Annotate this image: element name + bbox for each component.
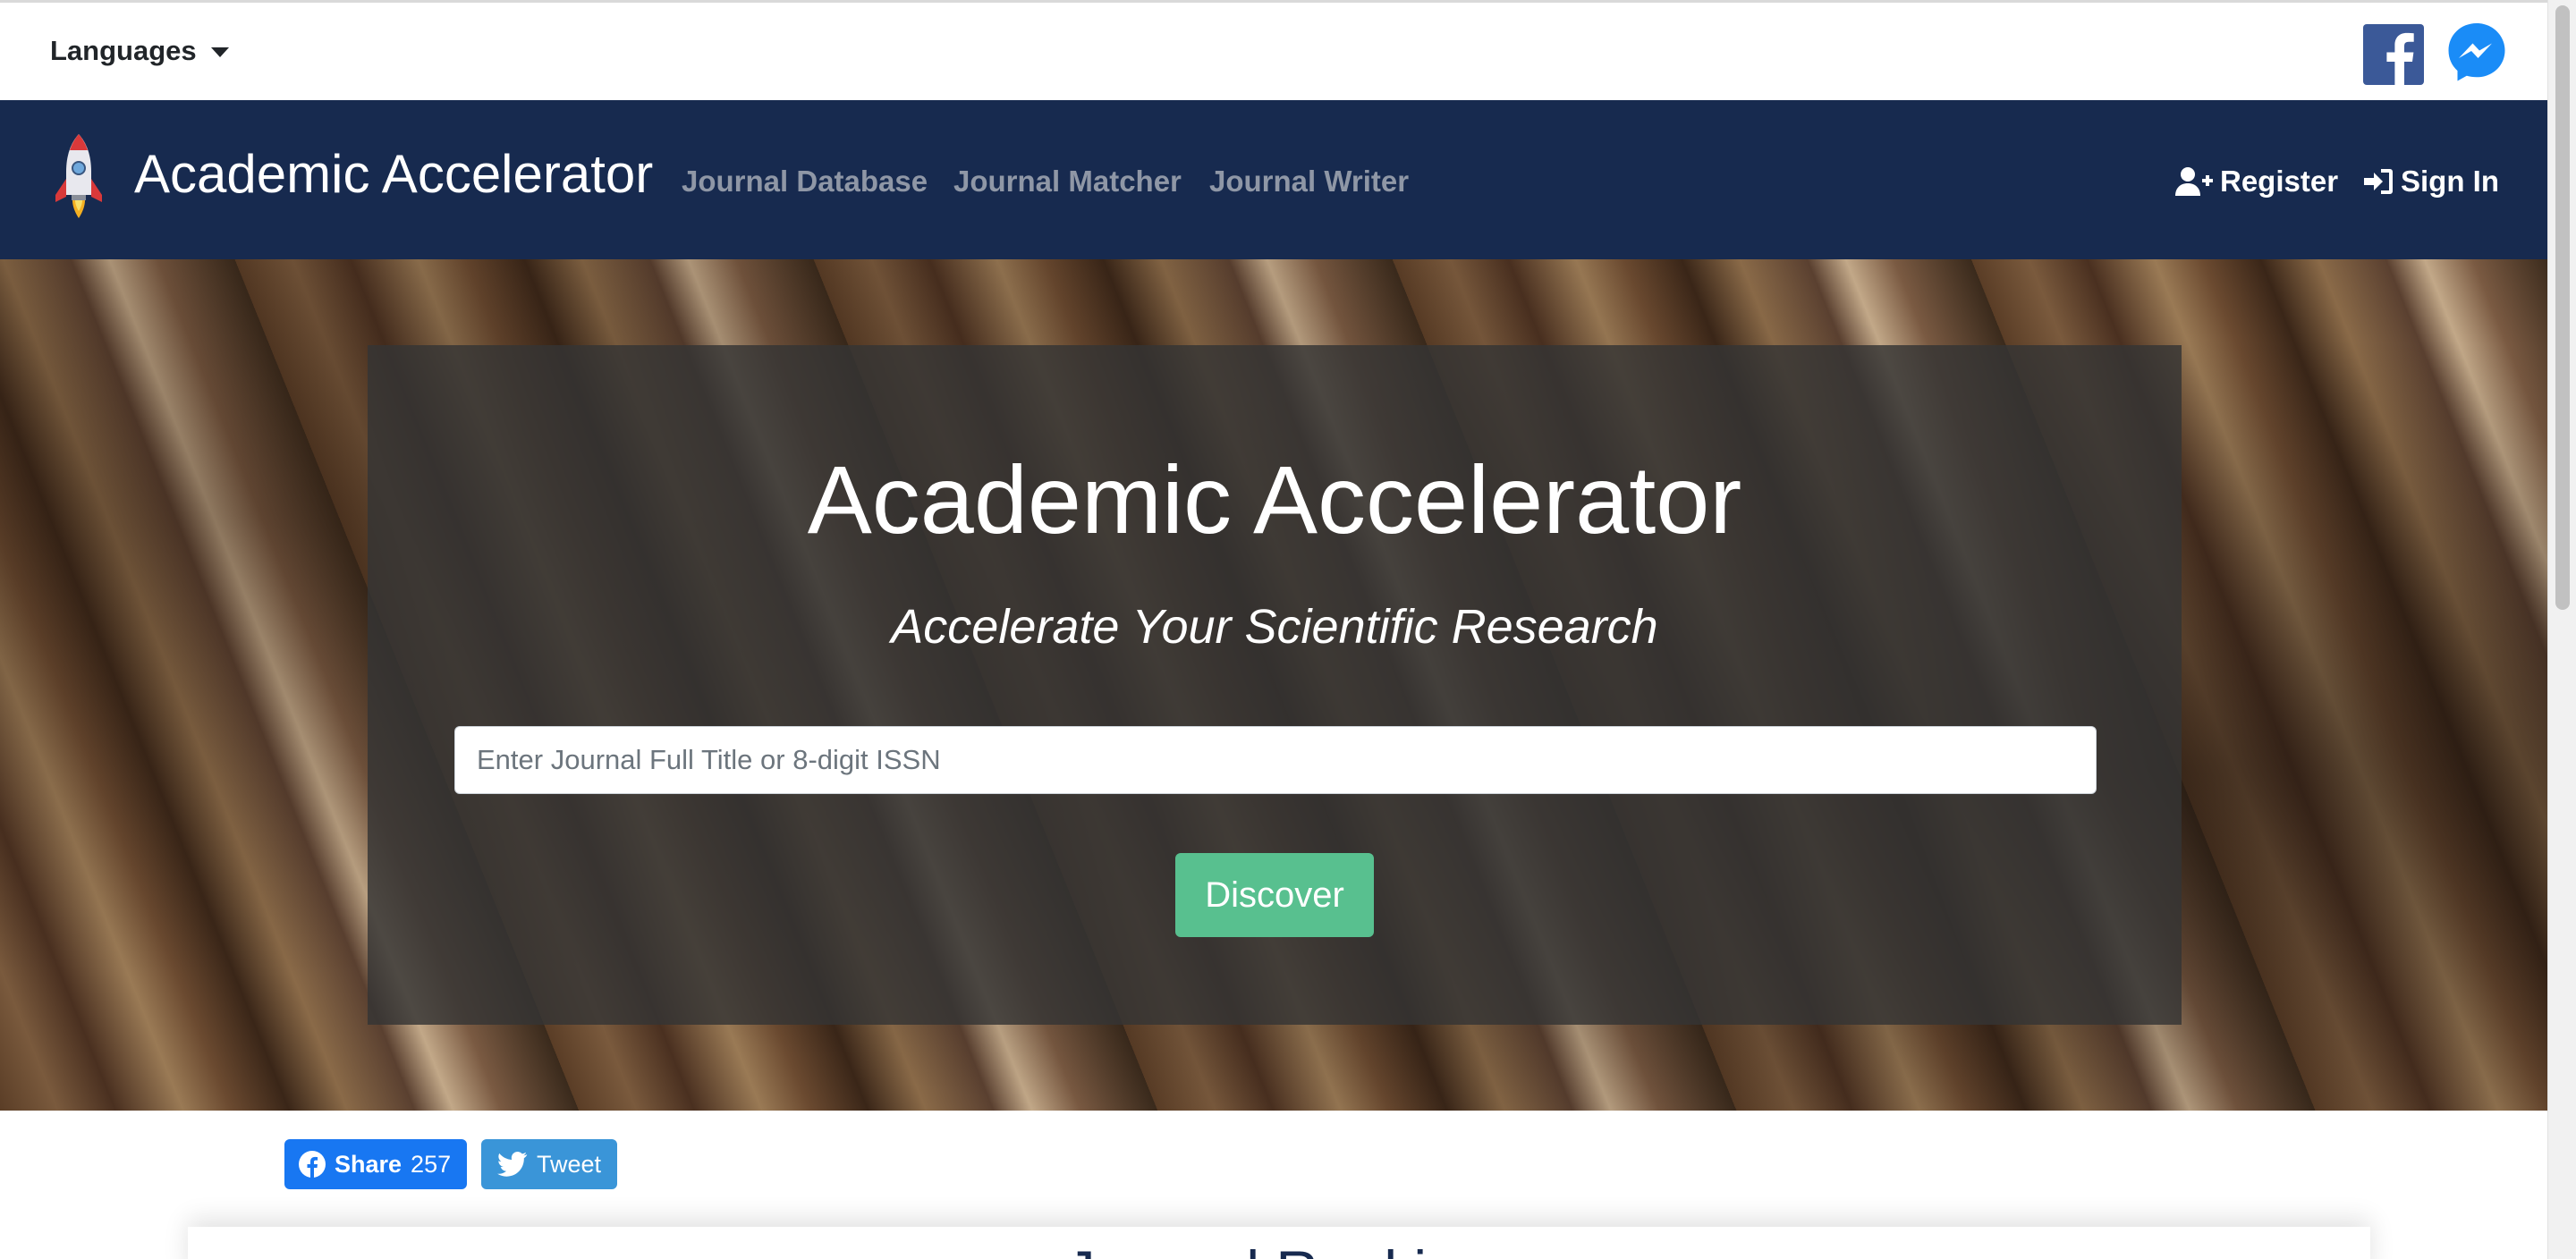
nav-journal-database[interactable]: Journal Database: [682, 165, 928, 199]
nav-journal-matcher[interactable]: Journal Matcher: [953, 165, 1182, 199]
facebook-icon[interactable]: [2363, 24, 2424, 85]
journal-search-input[interactable]: [454, 726, 2097, 794]
languages-dropdown[interactable]: Languages: [50, 35, 229, 67]
hero-subtitle: Accelerate Your Scientific Research: [891, 600, 1658, 654]
tweet-label: Tweet: [537, 1150, 602, 1178]
top-utility-bar: Languages: [0, 0, 2547, 100]
register-label: Register: [2220, 165, 2339, 198]
languages-label: Languages: [50, 35, 197, 66]
twitter-icon: [497, 1152, 528, 1177]
signin-link[interactable]: Sign In: [2363, 165, 2499, 199]
sign-in-icon: [2364, 169, 2393, 194]
facebook-icon: [299, 1151, 326, 1178]
main-navbar: Academic Accelerator Journal Database Jo…: [0, 100, 2547, 259]
register-link[interactable]: Register: [2175, 165, 2338, 199]
signin-label: Sign In: [2401, 165, 2499, 198]
journal-ranking-heading: Journal Ranking: [188, 1238, 2370, 1259]
caret-down-icon: [210, 46, 229, 57]
hero-section: Academic Accelerator Accelerate Your Sci…: [0, 259, 2547, 1111]
hero-title: Academic Accelerator: [807, 445, 1742, 553]
discover-button[interactable]: Discover: [1175, 853, 1374, 937]
nav-journal-writer[interactable]: Journal Writer: [1209, 165, 1409, 199]
user-plus-icon: [2175, 167, 2213, 196]
page-scrollbar[interactable]: [2547, 0, 2576, 1259]
rocket-logo-icon[interactable]: [54, 132, 104, 222]
facebook-share-label: Share: [335, 1150, 402, 1178]
brand-name[interactable]: Academic Accelerator: [134, 143, 653, 205]
tweet-button[interactable]: Tweet: [481, 1139, 617, 1189]
hero-panel: Academic Accelerator Accelerate Your Sci…: [368, 345, 2182, 1025]
facebook-share-button[interactable]: Share 257: [284, 1139, 467, 1189]
scrollbar-thumb[interactable]: [2555, 5, 2570, 610]
facebook-share-count: 257: [411, 1150, 452, 1178]
journal-ranking-card: Journal Ranking: [188, 1227, 2370, 1259]
messenger-icon[interactable]: [2445, 21, 2508, 83]
